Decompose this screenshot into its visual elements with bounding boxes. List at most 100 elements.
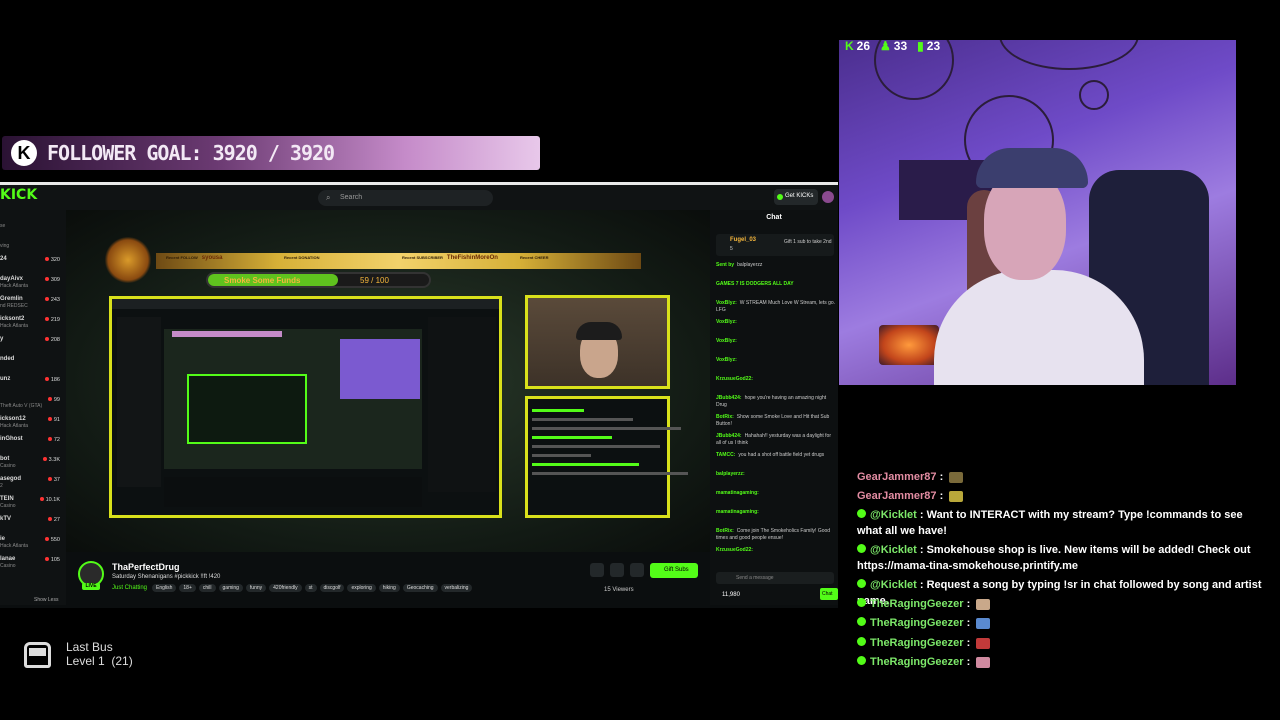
live-dot-icon bbox=[44, 297, 49, 301]
kick-top-bar: KICK ⌕ Search Get KICKs bbox=[0, 185, 838, 210]
sidebar-viewer-count: 3.3K bbox=[42, 457, 60, 463]
kicks-balance: 11,980 bbox=[722, 592, 740, 598]
stream-tag[interactable]: funny bbox=[245, 584, 267, 592]
live-dot-icon bbox=[47, 437, 52, 441]
sidebar-channel-category: Casino bbox=[0, 563, 16, 569]
sidebar-channel[interactable]: y 208 bbox=[0, 336, 64, 350]
sidebar-channel-name: dayAivx bbox=[0, 276, 24, 282]
chat-message: TAMCC: you had a shot off battle field ye… bbox=[716, 452, 836, 459]
follower-goal-bar: K FOLLOWER GOAL: 3920 / 3920 bbox=[2, 136, 540, 170]
streamer-name[interactable]: ThaPerfectDrug bbox=[112, 562, 180, 572]
bell-icon[interactable] bbox=[590, 563, 604, 577]
stat-value: 26 bbox=[856, 39, 871, 53]
heart-icon[interactable] bbox=[610, 563, 624, 577]
emote-icon bbox=[949, 490, 964, 502]
sidebar-channel-category: Hack Atlanta bbox=[0, 543, 29, 549]
sidebar-channel[interactable]: TEIN Casino 10.1K bbox=[0, 496, 64, 510]
live-dot-icon bbox=[44, 377, 49, 381]
emote-icon bbox=[976, 637, 991, 649]
chat-message-input[interactable]: Send a message bbox=[716, 572, 834, 584]
sidebar-channel[interactable]: se bbox=[0, 216, 64, 230]
stream-tag[interactable]: st bbox=[304, 584, 317, 592]
kick-chat-panel: Chat Fugel_03 5 Gift 1 sub to take 2nd S… bbox=[710, 210, 838, 605]
sidebar-channel-name: 24 bbox=[0, 256, 7, 262]
chat-send-button[interactable]: Chat bbox=[820, 588, 838, 600]
viewer-count-value: 99 bbox=[53, 397, 60, 403]
stream-tag[interactable]: chill bbox=[198, 584, 216, 592]
person-icon: ♟ bbox=[880, 39, 891, 53]
sidebar-channel[interactable]: ickson12 Hack Atlanta 91 bbox=[0, 416, 64, 430]
viewer-count-value: 243 bbox=[50, 297, 60, 303]
kick-badge-icon bbox=[857, 579, 866, 588]
sidebar-channel[interactable]: lanae Casino 105 bbox=[0, 556, 64, 570]
followed-channels-sidebar: se ving 24 320 dayAivx Hack Atlanta 309 Gremlin… bbox=[0, 210, 66, 605]
sidebar-channel-name: Gremlin bbox=[0, 296, 23, 302]
viewer-count-value: 37 bbox=[53, 477, 60, 483]
banner-item: Recent FOLLOW syousa bbox=[166, 255, 222, 261]
get-kicks-button[interactable]: Get KICKs bbox=[774, 189, 818, 205]
chat-message: BotRix: Come join The Smokeholics Family!… bbox=[716, 528, 836, 541]
pin-icon[interactable] bbox=[630, 563, 644, 577]
overlay-chat-message: TheRagingGeezer : bbox=[857, 636, 1267, 652]
sidebar-channel[interactable]: ving bbox=[0, 236, 64, 250]
sidebar-channel-category: 2 bbox=[0, 483, 3, 489]
chat-message: JBubb424: Hahahah!! yesturday was a dayli… bbox=[716, 433, 836, 446]
stream-category[interactable]: Just Chatting bbox=[112, 585, 147, 591]
viewer-count-value: 10.1K bbox=[45, 497, 60, 503]
stream-tag[interactable]: 420friendly bbox=[269, 584, 302, 592]
viewer-count-value: 3.3K bbox=[48, 457, 60, 463]
chat-username: BotRix: bbox=[716, 414, 734, 420]
bars-icon: ▮ bbox=[917, 39, 924, 53]
chat-username: GAMES 7 IS DODGERS ALL DAY bbox=[716, 281, 794, 287]
sidebar-channel[interactable]: asegod 2 37 bbox=[0, 476, 64, 490]
live-dot-icon bbox=[47, 397, 52, 401]
stream-stats: K 26 ♟ 33 ▮ 23 bbox=[845, 39, 940, 53]
sidebar-channel[interactable]: inGhost 72 bbox=[0, 436, 64, 450]
sidebar-channel[interactable]: dayAivx Hack Atlanta 309 bbox=[0, 276, 64, 290]
stream-info-bar: LIVE ThaPerfectDrug Saturday Shenanigans… bbox=[66, 553, 710, 605]
chat-username: VoxBlyz: bbox=[716, 357, 737, 363]
pinned-user: Fugel_03 bbox=[730, 237, 757, 243]
user-avatar[interactable] bbox=[822, 191, 834, 203]
sidebar-channel[interactable]: 24 320 bbox=[0, 256, 64, 270]
sidebar-channel[interactable]: Gremlin nd REDSEC 243 bbox=[0, 296, 64, 310]
kick-logo[interactable]: KICK bbox=[0, 187, 37, 203]
stream-tags: English 18+ chill gaming funny 420friendly st d… bbox=[152, 584, 473, 592]
bus-icon bbox=[24, 642, 51, 668]
streamer-webcam-main bbox=[839, 40, 1236, 385]
stream-tag[interactable]: exploring bbox=[347, 584, 376, 592]
sidebar-channel[interactable]: kTV 27 bbox=[0, 516, 64, 530]
sidebar-channel-name: inGhost bbox=[0, 436, 23, 442]
live-dot-icon bbox=[44, 337, 49, 341]
stat-item: ▮ 23 bbox=[917, 39, 940, 53]
sidebar-channel[interactable]: bot Casino 3.3K bbox=[0, 456, 64, 470]
streamer-webcam bbox=[525, 295, 670, 389]
stream-tag[interactable]: English bbox=[152, 584, 177, 592]
sidebar-channel[interactable]: ie Hack Atlanta 550 bbox=[0, 536, 64, 550]
sidebar-channel[interactable]: Theft Auto V (GTA) 99 bbox=[0, 396, 64, 410]
chat-username: JBubb424: bbox=[716, 433, 742, 439]
sidebar-viewer-count: 243 bbox=[44, 297, 60, 303]
search-input[interactable]: ⌕ Search bbox=[318, 190, 493, 206]
stream-tag[interactable]: gaming bbox=[218, 584, 243, 592]
stream-tag[interactable]: verbalizing bbox=[440, 584, 473, 592]
sidebar-channel-category: se bbox=[0, 223, 6, 229]
gift-subs-button[interactable]: Gift Subs bbox=[650, 563, 698, 578]
sidebar-channel[interactable]: nded bbox=[0, 356, 64, 370]
stream-tag[interactable]: Geocaching bbox=[402, 584, 438, 592]
sidebar-viewer-count: 72 bbox=[47, 437, 60, 443]
kick-badge-icon bbox=[857, 509, 866, 518]
stream-video[interactable]: Recent FOLLOW syousa Recent DONATION Recent… bbox=[66, 210, 710, 566]
emote-icon bbox=[976, 656, 991, 668]
sidebar-viewer-count: 186 bbox=[44, 377, 60, 383]
sidebar-channel[interactable]: unz 186 bbox=[0, 376, 64, 390]
chat-username: balplayerzz: bbox=[716, 471, 745, 477]
overlay-chat-username: GearJammer87 bbox=[857, 490, 937, 502]
chat-text: you had a shot off battle field yet drug… bbox=[738, 452, 825, 458]
live-dot-icon bbox=[47, 417, 52, 421]
sidebar-channel[interactable]: icksont2 Hack Atlanta 219 bbox=[0, 316, 64, 330]
stream-tag[interactable]: discgolf bbox=[319, 584, 345, 592]
stream-tag[interactable]: hiking bbox=[378, 584, 400, 592]
show-less-button[interactable]: Show Less bbox=[34, 597, 58, 603]
stream-tag[interactable]: 18+ bbox=[179, 584, 196, 592]
